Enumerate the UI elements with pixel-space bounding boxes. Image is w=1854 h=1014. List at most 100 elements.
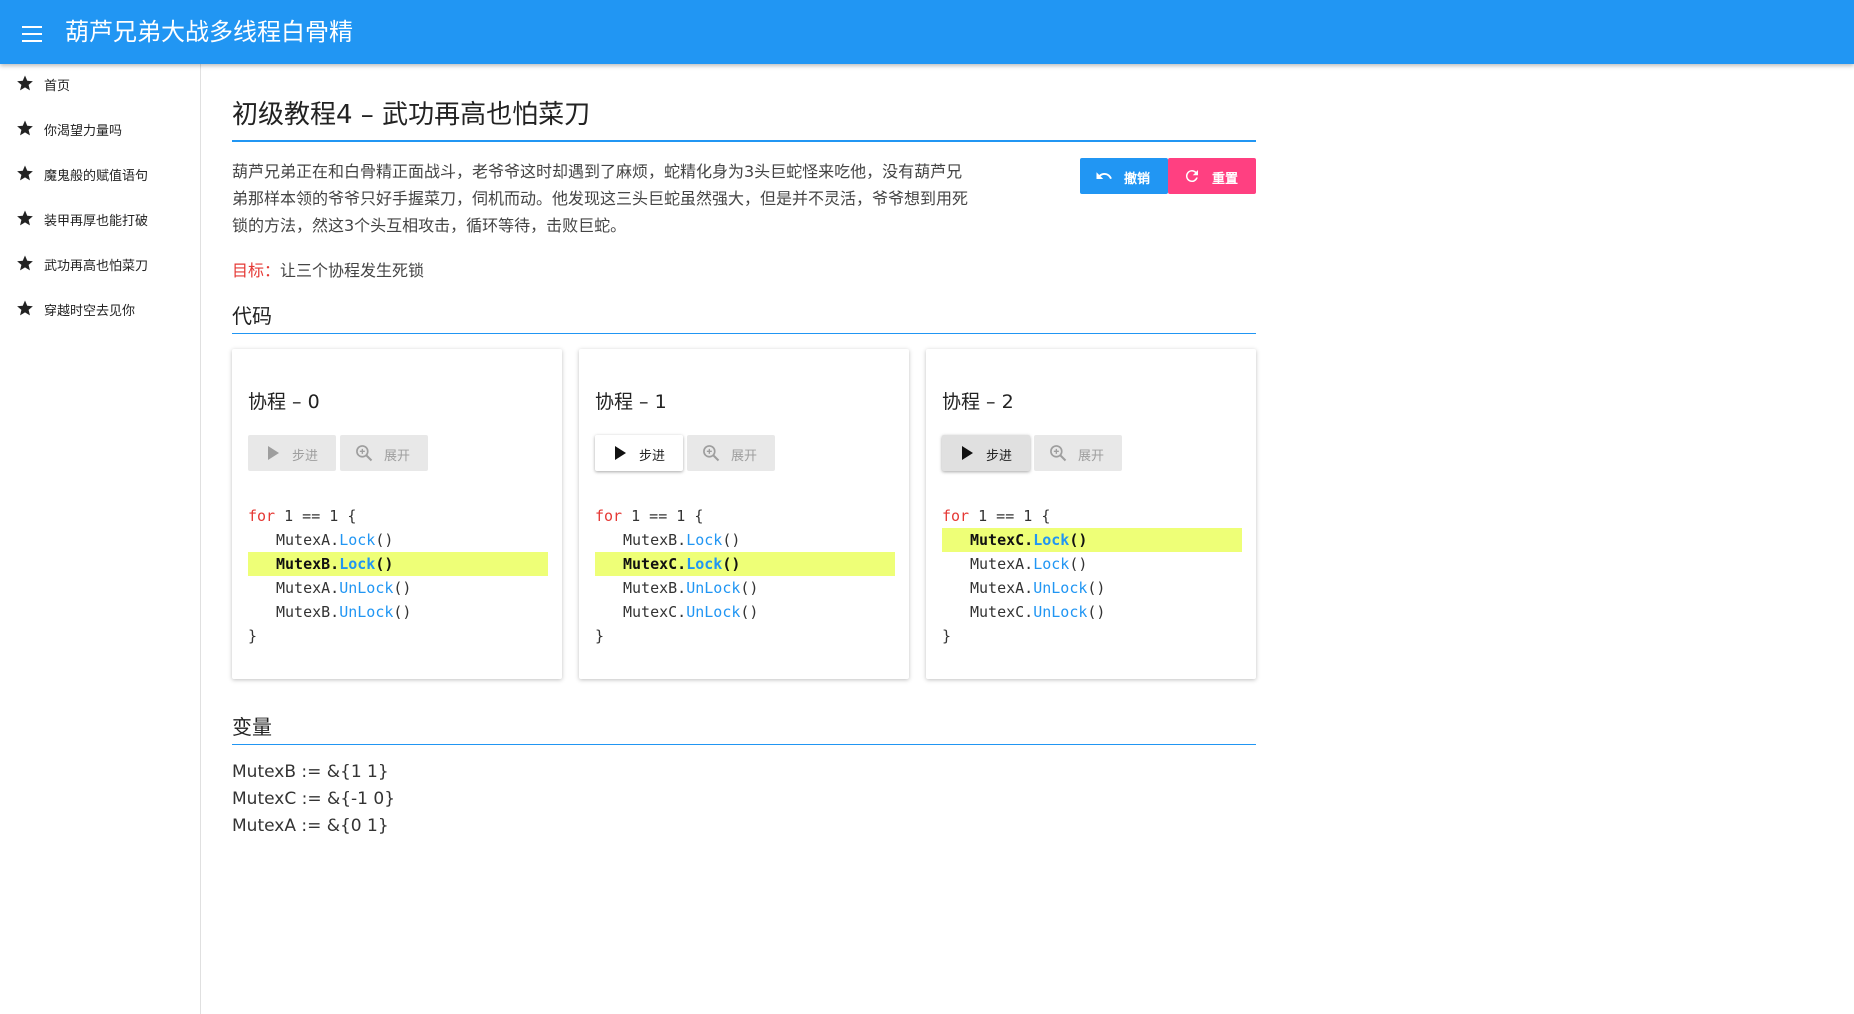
code-method: Lock [339, 531, 376, 549]
code-text: } [595, 627, 605, 645]
coroutine-title: 协程 – 1 [595, 391, 667, 413]
star-icon [17, 75, 33, 91]
reset-label: 重置 [1212, 172, 1239, 187]
zoom-in-icon [356, 445, 373, 462]
play-icon [615, 446, 626, 460]
code-parens: () [1069, 531, 1088, 549]
code-parens: () [740, 579, 759, 597]
code-parens: () [375, 531, 394, 549]
code-object: MutexB. [276, 555, 340, 573]
code-method: UnLock [339, 603, 394, 621]
coroutine-card: 协程 – 0 步进 展开 for 1 == 1 {MutexA.Lock() Mutex… [232, 349, 562, 679]
star-icon [17, 300, 33, 316]
code-line: MutexA.UnLock() [942, 576, 1242, 600]
expand-button[interactable]: 展开 [687, 435, 775, 471]
menu-icon[interactable] [20, 20, 44, 44]
goal-label: 目标： [232, 261, 281, 280]
code-object: MutexB. [276, 603, 340, 621]
undo-icon [1096, 172, 1112, 179]
refresh-icon [1185, 170, 1198, 183]
step-button[interactable]: 步进 [942, 435, 1030, 471]
sidebar-item-label: 首页 [44, 79, 71, 94]
code-line: MutexA.Lock() [248, 528, 548, 552]
code-section-title: 代码 [232, 301, 1256, 334]
variable-item: MutexC := &{-1 0} [232, 789, 396, 809]
code-line: MutexC.UnLock() [942, 600, 1242, 624]
sidebar: 首页 你渴望力量吗 魔鬼般的赋值语句 装甲再厚也能打破 武功再高也怕菜刀 穿越时… [0, 64, 201, 1014]
expand-button[interactable]: 展开 [1034, 435, 1122, 471]
step-button[interactable]: 步进 [595, 435, 683, 471]
code-method: UnLock [1033, 579, 1088, 597]
code-line: } [942, 624, 1242, 648]
intro-line: 弟那样本领的爷爷只好手握菜刀，伺机而动。他发现这三头巨蛇虽然强大，但是并不灵活，… [232, 189, 969, 208]
code-line: MutexA.Lock() [942, 552, 1242, 576]
code-line-current: MutexC.Lock() [595, 552, 895, 576]
code-object: MutexC. [970, 603, 1034, 621]
sidebar-item-assignment[interactable]: 魔鬼般的赋值语句 [0, 154, 200, 194]
code-parens: () [722, 555, 741, 573]
sidebar-item-home[interactable]: 首页 [0, 64, 200, 104]
code-parens: () [740, 603, 759, 621]
play-icon [268, 446, 279, 460]
star-icon [17, 210, 33, 226]
code-text: 1 == 1 { [622, 507, 704, 525]
undo-button[interactable]: 撤销 [1080, 158, 1168, 194]
star-icon [17, 120, 33, 136]
code-method: Lock [686, 555, 723, 573]
code-object: MutexB. [623, 531, 687, 549]
code-method: UnLock [339, 579, 394, 597]
expand-label: 展开 [384, 449, 411, 464]
code-line: MutexA.UnLock() [248, 576, 548, 600]
code-object: MutexA. [276, 579, 340, 597]
code-object: MutexA. [970, 555, 1034, 573]
code-method: UnLock [686, 579, 741, 597]
code-block: for 1 == 1 {MutexB.Lock() MutexC.Lock() Mu… [595, 504, 895, 648]
code-line: } [248, 624, 548, 648]
sidebar-item-kungfu[interactable]: 武功再高也怕菜刀 [0, 244, 200, 284]
intro-text: 葫芦兄弟正在和白骨精正面战斗，老爷爷这时却遇到了麻烦，蛇精化身为3头巨蛇怪来吃他… [232, 158, 1062, 239]
code-parens: () [393, 579, 412, 597]
sidebar-item-power[interactable]: 你渴望力量吗 [0, 109, 200, 149]
intro-line: 葫芦兄弟正在和白骨精正面战斗，老爷爷这时却遇到了麻烦，蛇精化身为3头巨蛇怪来吃他… [232, 162, 963, 181]
coroutine-title: 协程 – 0 [248, 391, 320, 413]
code-keyword: for [942, 507, 970, 525]
code-text: } [942, 627, 952, 645]
code-object: MutexA. [276, 531, 340, 549]
code-method: UnLock [686, 603, 741, 621]
expand-label: 展开 [731, 449, 758, 464]
code-parens: () [393, 603, 412, 621]
code-keyword: for [595, 507, 623, 525]
code-method: Lock [686, 531, 723, 549]
code-text: } [248, 627, 258, 645]
expand-button[interactable]: 展开 [340, 435, 428, 471]
code-object: MutexC. [623, 555, 687, 573]
code-object: MutexB. [623, 579, 687, 597]
sidebar-item-label: 武功再高也怕菜刀 [44, 259, 149, 274]
variable-item: MutexB := &{1 1} [232, 762, 389, 782]
code-method: Lock [1033, 555, 1070, 573]
reset-button[interactable]: 重置 [1168, 158, 1256, 194]
code-line-current: MutexC.Lock() [942, 528, 1242, 552]
coroutine-card: 协程 – 1 步进 展开 for 1 == 1 {MutexB.Lock() Mutex… [579, 349, 909, 679]
zoom-in-icon [703, 445, 720, 462]
sidebar-item-label: 装甲再厚也能打破 [44, 214, 149, 229]
goal: 目标：让三个协程发生死锁 [232, 257, 424, 281]
code-line: } [595, 624, 895, 648]
code-block: for 1 == 1 {MutexC.Lock() MutexA.Lock() Mu… [942, 504, 1242, 648]
sidebar-item-timetravel[interactable]: 穿越时空去见你 [0, 289, 200, 329]
page-title: 初级教程4 – 武功再高也怕菜刀 [232, 98, 1256, 142]
code-text: 1 == 1 { [969, 507, 1051, 525]
code-line: MutexC.UnLock() [595, 600, 895, 624]
star-icon [17, 165, 33, 181]
step-label: 步进 [986, 449, 1013, 464]
intro-line: 锁的方法，然这3个头互相攻击，循环等待，击败巨蛇。 [232, 216, 627, 235]
star-icon [17, 255, 33, 271]
sidebar-item-armor[interactable]: 装甲再厚也能打破 [0, 199, 200, 239]
code-text: 1 == 1 { [275, 507, 357, 525]
step-button[interactable]: 步进 [248, 435, 336, 471]
sidebar-item-label: 魔鬼般的赋值语句 [44, 169, 149, 184]
code-parens: () [375, 555, 394, 573]
undo-label: 撤销 [1124, 172, 1151, 187]
app-title: 葫芦兄弟大战多线程白骨精 [65, 18, 353, 46]
code-parens: () [1087, 603, 1106, 621]
